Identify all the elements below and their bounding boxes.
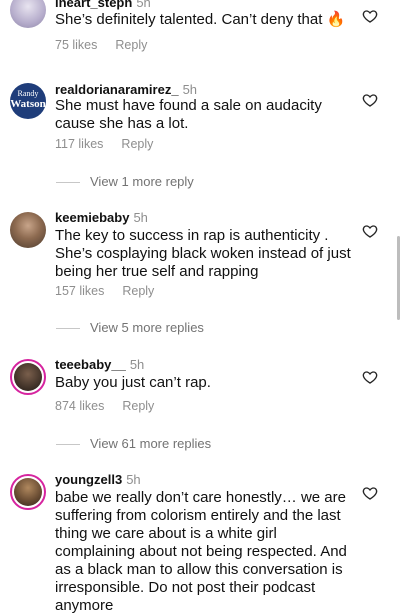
heart-icon[interactable]	[362, 223, 378, 239]
scrollbar[interactable]	[397, 236, 400, 320]
divider	[56, 328, 80, 330]
avatar[interactable]	[10, 0, 46, 28]
reply-button[interactable]: Reply	[122, 284, 154, 298]
view-replies-button[interactable]: View 1 more reply	[56, 174, 194, 189]
comment-meta: 157 likes Reply	[55, 284, 154, 298]
comment-username[interactable]: teeebaby__ 5h	[55, 357, 144, 372]
comment-time: 5h	[126, 472, 141, 487]
comment-text: The key to success in rap is authenticit…	[55, 227, 351, 280]
heart-icon[interactable]	[362, 8, 378, 24]
comment-time: 5h	[129, 357, 145, 372]
comment-meta: 75 likes Reply	[55, 38, 147, 52]
comment-text: babe we really don’t care honestly… we a…	[55, 489, 347, 614]
reply-button[interactable]: Reply	[115, 38, 147, 52]
comment-username[interactable]: youngzell3 5h	[55, 472, 141, 487]
reply-button[interactable]: Reply	[121, 137, 153, 151]
avatar-image	[14, 363, 42, 391]
avatar-image	[14, 478, 42, 506]
comment-time: 5h	[133, 210, 148, 225]
avatar-label: Randy	[17, 89, 39, 98]
comment-time: 5h	[136, 0, 151, 10]
like-count[interactable]: 874 likes	[55, 399, 104, 413]
comment-meta: 117 likes Reply	[55, 137, 153, 151]
heart-icon[interactable]	[362, 92, 378, 108]
avatar-label: Watson	[10, 98, 46, 110]
view-replies-button[interactable]: View 61 more replies	[56, 436, 211, 451]
comment-text: Baby you just can’t rap.	[55, 374, 211, 391]
comment-username[interactable]: ineart_steph 5h	[55, 0, 151, 10]
comment-username[interactable]: realdorianaramirez_ 5h	[55, 82, 197, 97]
avatar[interactable]	[10, 474, 46, 510]
comment-time: 5h	[182, 82, 198, 97]
like-count[interactable]: 75 likes	[55, 38, 97, 52]
comment-text: She must have found a sale on audacity c…	[55, 97, 322, 132]
like-count[interactable]: 157 likes	[55, 284, 104, 298]
divider	[56, 182, 80, 184]
comment-meta: 874 likes Reply	[55, 399, 154, 413]
avatar[interactable]: Randy Watson	[10, 83, 46, 119]
avatar[interactable]	[10, 212, 46, 248]
like-count[interactable]: 117 likes	[55, 137, 103, 151]
heart-icon[interactable]	[362, 369, 378, 385]
view-replies-button[interactable]: View 5 more replies	[56, 320, 204, 335]
avatar[interactable]	[10, 359, 46, 395]
divider	[56, 444, 80, 446]
comment-username[interactable]: keemiebaby 5h	[55, 210, 148, 225]
comment-text: She’s definitely talented. Can’t deny th…	[55, 11, 346, 28]
heart-icon[interactable]	[362, 485, 378, 501]
reply-button[interactable]: Reply	[122, 399, 154, 413]
